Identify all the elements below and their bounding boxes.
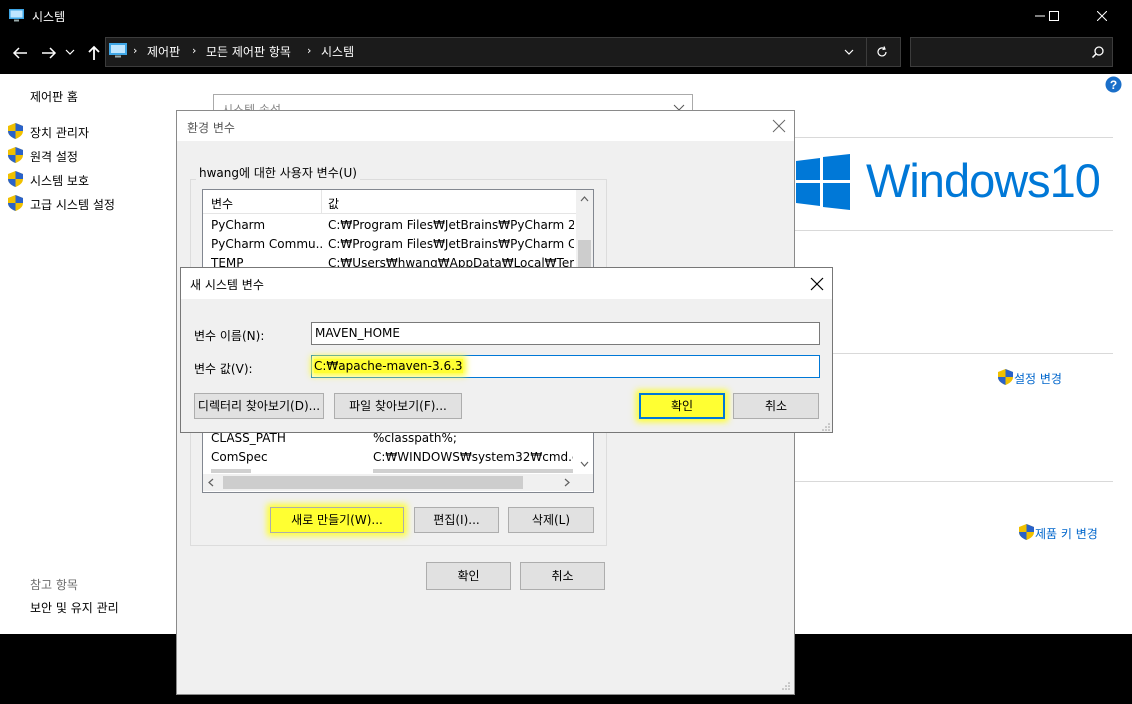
- var-value[interactable]: %classpath%;: [373, 431, 573, 445]
- title-bar: 시스템: [0, 0, 1132, 32]
- breadcrumb-separator: ›: [133, 44, 138, 57]
- truncated-row: [373, 469, 573, 473]
- selected-value-text: C:₩apache-maven-3.6.3: [314, 359, 463, 373]
- divider: [795, 481, 1113, 482]
- breadcrumb-separator: ›: [307, 44, 312, 57]
- column-separator: [321, 190, 322, 214]
- dialog-title-bar: [177, 111, 794, 141]
- window-title: 시스템: [32, 10, 66, 24]
- system-variables-list[interactable]: CLASS_PATH %classpath%; ComSpec C:₩WINDO…: [202, 429, 594, 493]
- help-icon[interactable]: ?: [1105, 76, 1122, 93]
- up-arrow-icon[interactable]: [84, 43, 104, 63]
- chevron-down-icon[interactable]: [843, 47, 855, 57]
- security-maintenance-link[interactable]: 보안 및 유지 관리: [30, 599, 119, 616]
- cancel-button[interactable]: 취소: [520, 562, 605, 590]
- change-settings-link[interactable]: 설정 변경: [1014, 370, 1062, 387]
- system-protection-link[interactable]: 시스템 보호: [30, 172, 89, 189]
- dialog-title: 환경 변수: [187, 121, 235, 135]
- breadcrumb-separator: ›: [192, 44, 197, 57]
- resize-grip-icon[interactable]: [821, 422, 831, 432]
- search-input[interactable]: [910, 37, 1113, 67]
- divider: [795, 230, 1113, 231]
- var-name[interactable]: ComSpec: [211, 450, 361, 464]
- shield-icon: [8, 195, 23, 211]
- back-arrow-icon[interactable]: [11, 43, 31, 63]
- shield-icon: [8, 123, 23, 139]
- computer-icon: [109, 43, 127, 58]
- shield-icon: [998, 369, 1013, 385]
- new-button[interactable]: 새로 만들기(W)...: [270, 507, 404, 533]
- variable-name-label: 변수 이름(N):: [194, 329, 265, 343]
- var-name[interactable]: CLASS_PATH: [211, 431, 361, 445]
- breadcrumb-all-items[interactable]: 모든 제어판 항목: [206, 43, 291, 60]
- scroll-down-icon[interactable]: [580, 461, 589, 467]
- user-variables-label: hwang에 대한 사용자 변수(U): [196, 164, 360, 181]
- cancel-button[interactable]: 취소: [733, 393, 819, 419]
- breadcrumb-system[interactable]: 시스템: [321, 43, 354, 60]
- scroll-left-icon[interactable]: [208, 478, 214, 487]
- browse-directory-button[interactable]: 디렉터리 찾아보기(D)...: [194, 393, 324, 419]
- computer-icon: [9, 9, 24, 22]
- var-name[interactable]: PyCharm Commu...: [211, 237, 323, 251]
- var-name[interactable]: PyCharm: [211, 218, 323, 232]
- var-value[interactable]: C:₩Program Files₩JetBrains₩PyCharm Co...: [328, 237, 574, 251]
- shield-icon: [8, 171, 23, 187]
- user-variables-list[interactable]: 변수 값 PyCharm C:₩Program Files₩JetBrains₩…: [202, 189, 594, 273]
- list-header: 변수 값: [203, 190, 593, 214]
- maximize-icon: [1049, 11, 1059, 21]
- vertical-scrollbar[interactable]: [576, 190, 593, 272]
- remote-settings-link[interactable]: 원격 설정: [30, 148, 78, 165]
- close-button[interactable]: [1079, 0, 1125, 32]
- scroll-right-icon[interactable]: [564, 478, 570, 487]
- breadcrumb-control-panel[interactable]: 제어판: [147, 43, 180, 60]
- address-divider: [866, 37, 867, 67]
- recent-locations-icon[interactable]: [64, 46, 76, 58]
- close-icon[interactable]: [772, 119, 786, 133]
- edit-button[interactable]: 편집(I)...: [414, 507, 499, 533]
- variable-value-field[interactable]: C:₩apache-maven-3.6.3: [311, 355, 820, 378]
- advanced-system-settings-link[interactable]: 고급 시스템 설정: [30, 196, 115, 213]
- control-panel-home-link[interactable]: 제어판 홈: [30, 88, 78, 105]
- svg-text:?: ?: [1110, 78, 1117, 92]
- var-value[interactable]: C:₩WINDOWS₩system32₩cmd.exe: [373, 450, 573, 464]
- close-icon[interactable]: [810, 277, 824, 291]
- scroll-thumb[interactable]: [223, 476, 523, 489]
- var-value[interactable]: C:₩Program Files₩JetBrains₩PyCharm 202..…: [328, 218, 574, 232]
- forward-arrow-icon[interactable]: [39, 43, 59, 63]
- variable-value-label: 변수 값(V):: [194, 362, 253, 376]
- search-icon[interactable]: [1091, 45, 1105, 59]
- change-product-key-link[interactable]: 제품 키 변경: [1035, 525, 1098, 542]
- maximize-button[interactable]: [1031, 0, 1077, 32]
- resize-grip-icon[interactable]: [781, 681, 791, 691]
- refresh-icon[interactable]: [875, 45, 889, 59]
- horizontal-scrollbar[interactable]: [203, 474, 593, 491]
- ok-button[interactable]: 확인: [426, 562, 511, 590]
- windows-wordmark: Windows10: [866, 154, 1101, 207]
- dialog-title-bar: [181, 268, 832, 299]
- see-also-label: 참고 항목: [30, 578, 78, 592]
- truncated-row: [211, 469, 251, 473]
- new-system-variable-dialog: 새 시스템 변수 변수 이름(N): MAVEN_HOME 변수 값(V): C…: [180, 267, 833, 433]
- scroll-up-icon[interactable]: [580, 196, 589, 202]
- close-icon: [1097, 11, 1107, 21]
- ok-button[interactable]: 확인: [639, 393, 725, 419]
- column-header-value[interactable]: 값: [328, 195, 339, 212]
- device-manager-link[interactable]: 장치 관리자: [30, 124, 89, 141]
- divider: [795, 353, 1113, 354]
- shield-icon: [1019, 524, 1034, 540]
- dialog-title: 새 시스템 변수: [190, 278, 264, 292]
- shield-icon: [8, 147, 23, 163]
- divider: [795, 137, 1113, 138]
- browse-file-button[interactable]: 파일 찾아보기(F)...: [334, 393, 462, 419]
- variable-name-field[interactable]: MAVEN_HOME: [311, 322, 820, 345]
- column-header-name[interactable]: 변수: [211, 195, 233, 212]
- windows-logo-icon: [796, 154, 850, 210]
- delete-button[interactable]: 삭제(L): [508, 507, 594, 533]
